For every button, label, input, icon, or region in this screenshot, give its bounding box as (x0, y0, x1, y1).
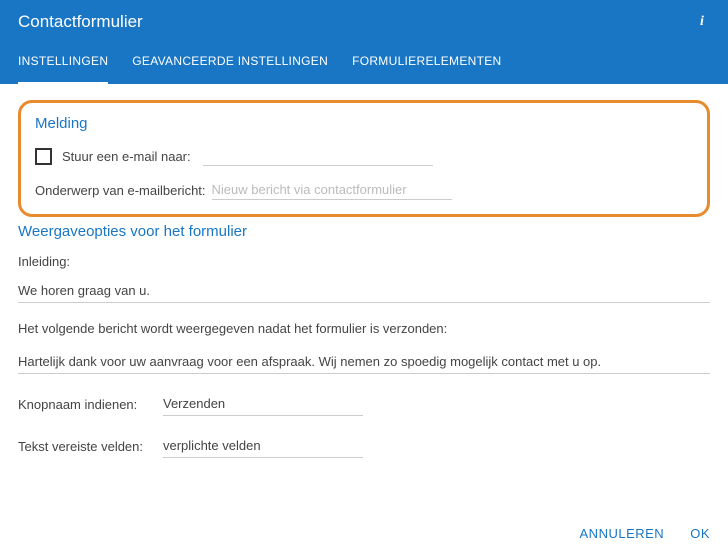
tab-settings[interactable]: INSTELLINGEN (18, 42, 108, 85)
required-text-input[interactable] (163, 434, 363, 458)
tab-form-elements[interactable]: FORMULIERELEMENTEN (352, 42, 501, 85)
info-icon[interactable]: i (694, 14, 710, 30)
after-submit-label: Het volgende bericht wordt weergegeven n… (18, 321, 710, 336)
send-email-row: Stuur een e-mail naar: (35, 146, 693, 166)
tabs: INSTELLINGEN GEAVANCEERDE INSTELLINGEN F… (18, 42, 710, 84)
send-email-input[interactable] (203, 146, 433, 166)
cancel-button[interactable]: ANNULEREN (580, 526, 665, 541)
notification-title: Melding (35, 115, 693, 132)
after-submit-input[interactable] (18, 350, 710, 374)
required-text-label: Tekst vereiste velden: (18, 439, 163, 454)
dialog-footer: ANNULEREN OK (0, 512, 728, 555)
subject-input[interactable] (212, 180, 452, 200)
button-name-input[interactable] (163, 392, 363, 416)
button-name-label: Knopnaam indienen: (18, 397, 163, 412)
after-submit-group: Het volgende bericht wordt weergegeven n… (18, 321, 710, 374)
subject-row: Onderwerp van e-mailbericht: (35, 180, 693, 200)
button-name-row: Knopnaam indienen: (18, 392, 710, 416)
notification-section-highlight: Melding Stuur een e-mail naar: Onderwerp… (18, 100, 710, 217)
send-email-label: Stuur een e-mail naar: (62, 149, 191, 164)
dialog-header: Contactformulier i INSTELLINGEN GEAVANCE… (0, 0, 728, 84)
content: Melding Stuur een e-mail naar: Onderwerp… (0, 84, 728, 458)
ok-button[interactable]: OK (690, 526, 710, 541)
intro-group: Inleiding: (18, 254, 710, 303)
required-text-row: Tekst vereiste velden: (18, 434, 710, 458)
dialog-title: Contactformulier (18, 12, 143, 32)
display-options-title: Weergaveopties voor het formulier (18, 223, 710, 240)
header-top: Contactformulier i (18, 12, 710, 42)
tab-advanced-settings[interactable]: GEAVANCEERDE INSTELLINGEN (132, 42, 328, 85)
intro-input[interactable] (18, 279, 710, 303)
intro-label: Inleiding: (18, 254, 710, 269)
send-email-checkbox[interactable] (35, 148, 52, 165)
subject-label: Onderwerp van e-mailbericht: (35, 183, 206, 198)
